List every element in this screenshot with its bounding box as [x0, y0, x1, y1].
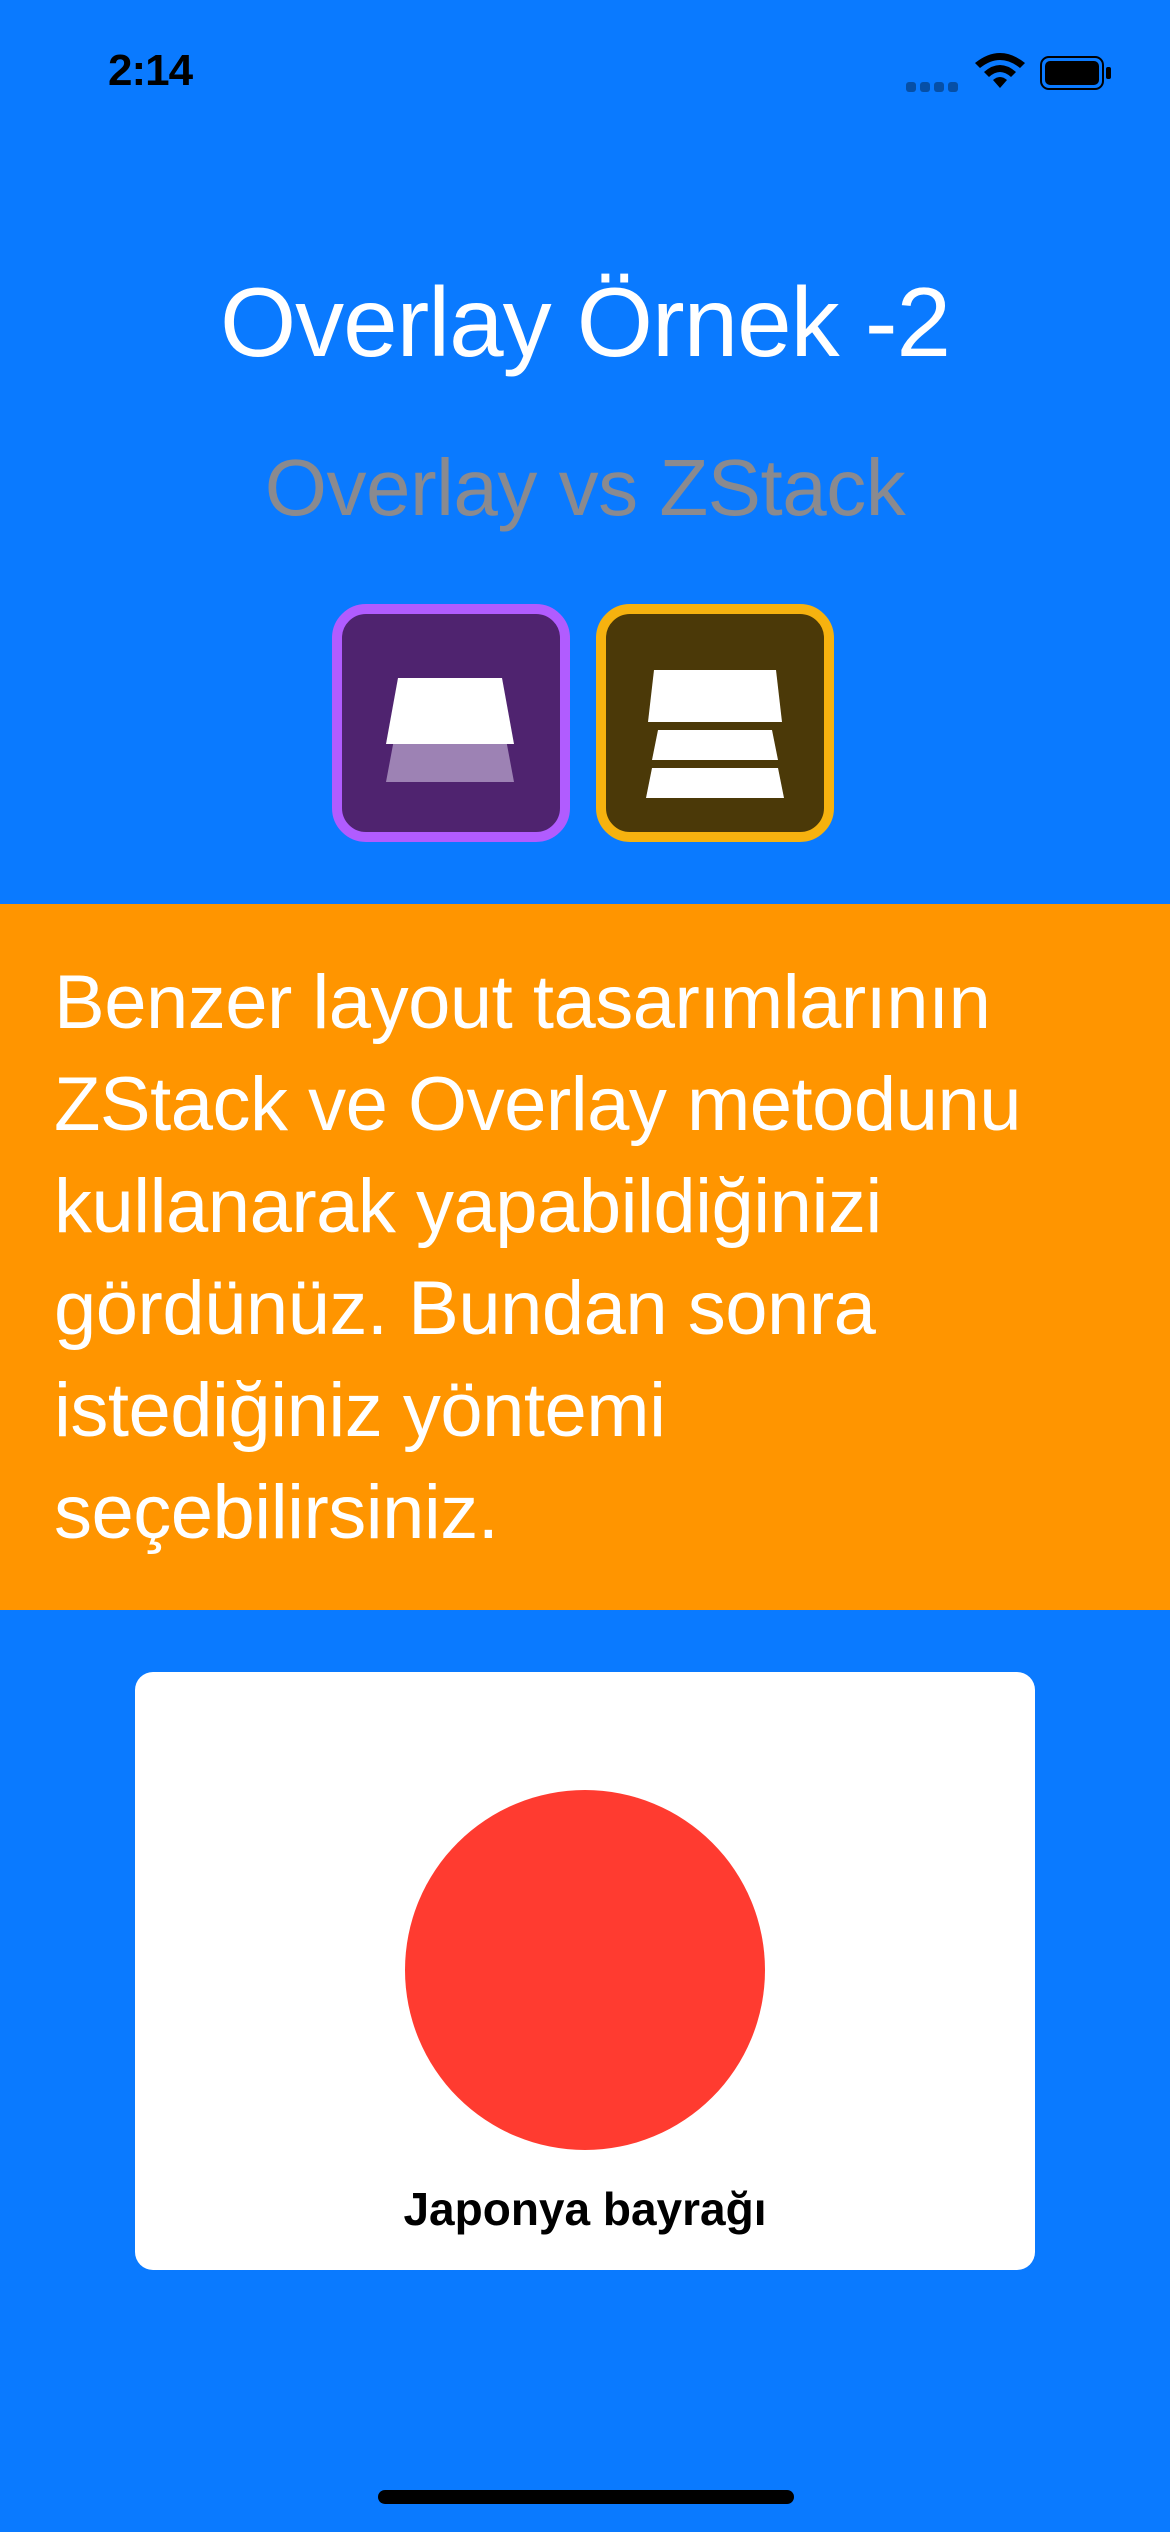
zstack-icon	[596, 604, 834, 842]
wifi-icon	[975, 53, 1025, 88]
cellular-signal-icon	[906, 80, 958, 92]
screen: 2:14 Overlay Örnek -2 Overlay vs ZStack	[0, 0, 1170, 2532]
status-bar: 2:14	[0, 0, 1170, 140]
overlay-icon	[332, 604, 570, 842]
page-title: Overlay Örnek -2	[219, 267, 951, 377]
battery-icon	[1040, 56, 1111, 90]
overlay-layers-icon	[386, 678, 514, 782]
japan-flag-card: Japonya bayrağı	[135, 1672, 1035, 2270]
status-time: 2:14	[108, 46, 193, 95]
info-banner: Benzer layout tasarımlarının ZStack ve O…	[0, 904, 1170, 1610]
home-indicator[interactable]	[378, 2490, 794, 2504]
info-text: Benzer layout tasarımlarının ZStack ve O…	[54, 960, 1021, 1555]
zstack-layers-icon	[646, 670, 784, 798]
page-subtitle: Overlay vs ZStack	[264, 443, 906, 532]
flag-caption: Japonya bayrağı	[403, 2183, 767, 2235]
flag-circle	[405, 1790, 765, 2150]
